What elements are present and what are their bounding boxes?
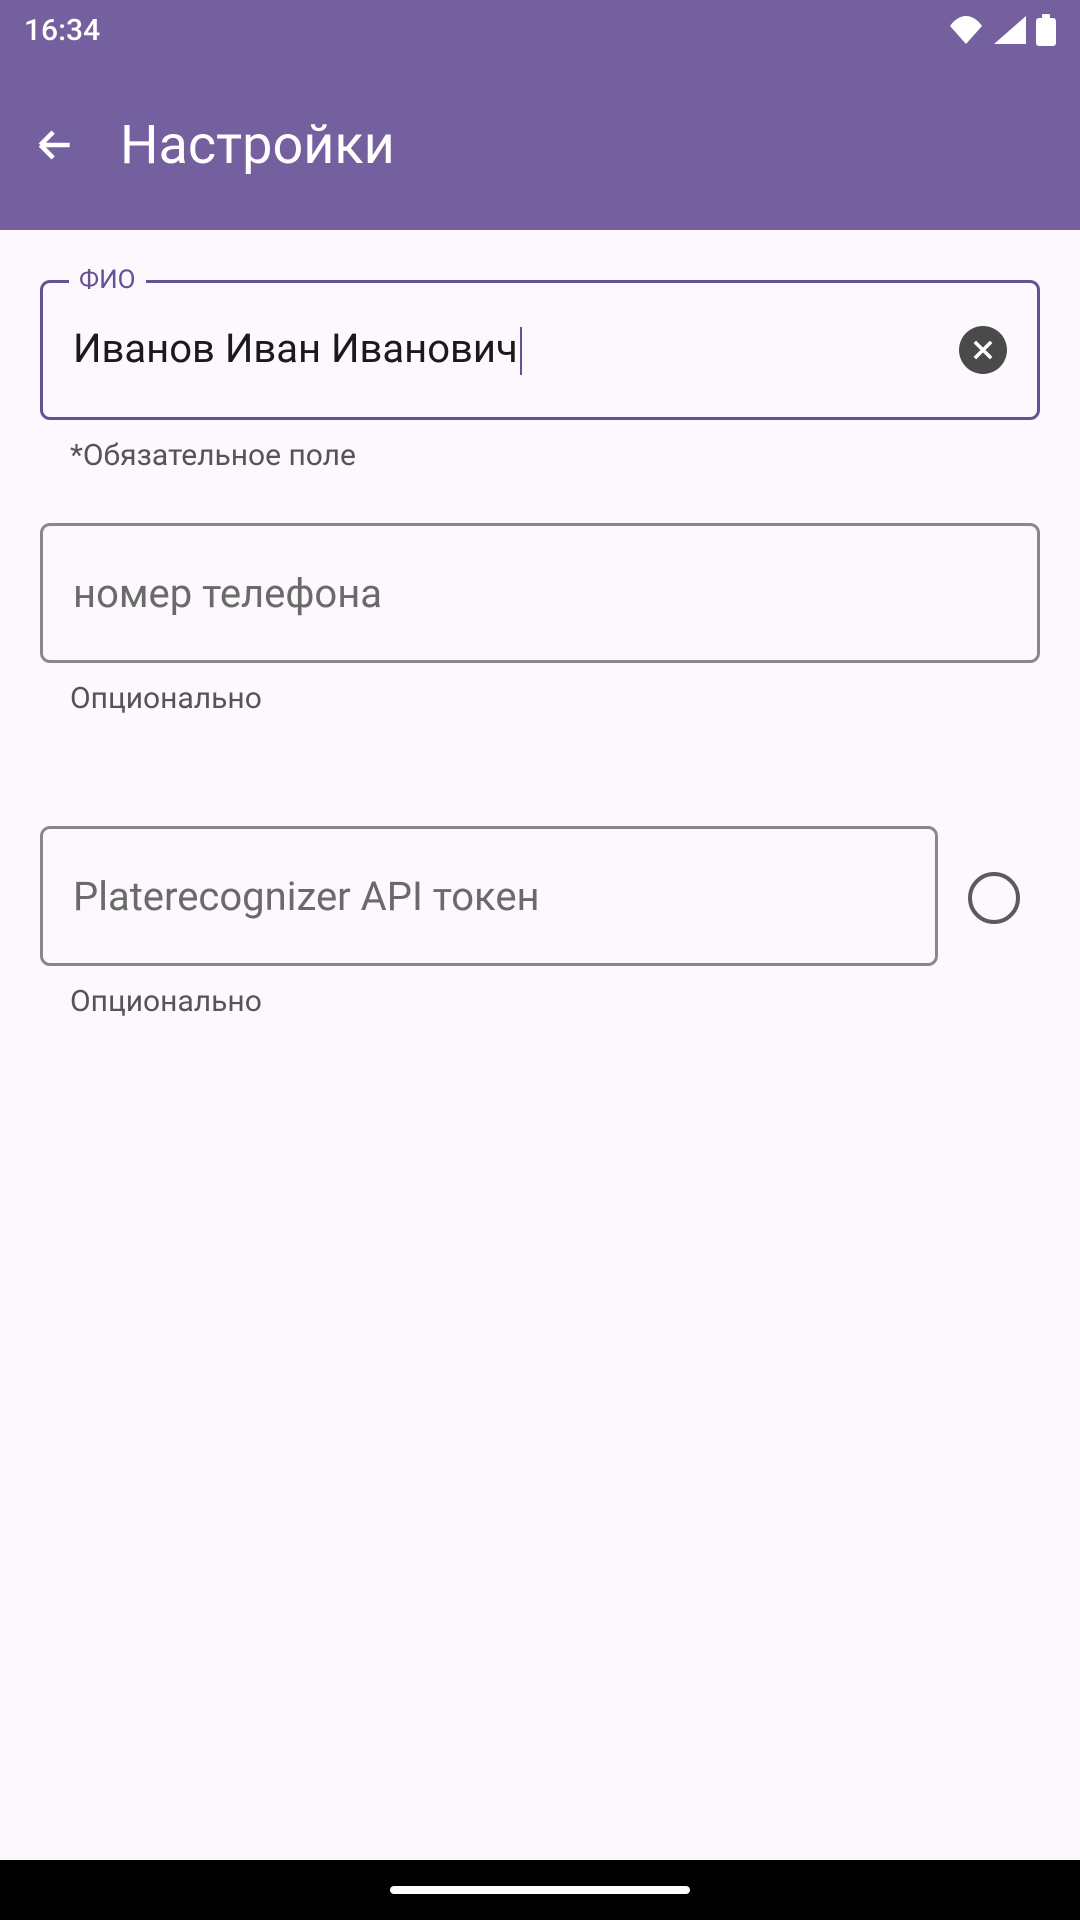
- field-group-phone: номер телефона Опционально: [40, 523, 1040, 716]
- signal-icon: [994, 16, 1026, 44]
- fio-input[interactable]: Иванов Иван Иванович: [73, 325, 947, 375]
- token-field[interactable]: Platerecognizer API токен: [40, 826, 938, 966]
- field-group-token: Platerecognizer API токен Опционально: [40, 826, 1040, 1019]
- phone-field[interactable]: номер телефона: [40, 523, 1040, 663]
- wifi-icon: [948, 16, 984, 44]
- nav-handle[interactable]: [390, 1886, 690, 1894]
- status-bar: 16:34: [0, 0, 1080, 60]
- phone-placeholder: номер телефона: [73, 570, 382, 617]
- close-icon: [969, 336, 997, 364]
- page-title: Настройки: [120, 114, 395, 177]
- fio-field[interactable]: ФИО Иванов Иван Иванович: [40, 280, 1040, 420]
- field-group-fio: ФИО Иванов Иван Иванович *Обязательное п…: [40, 280, 1040, 473]
- content: ФИО Иванов Иван Иванович *Обязательное п…: [0, 230, 1080, 1069]
- navigation-bar: [0, 1860, 1080, 1920]
- text-cursor: [520, 327, 522, 375]
- token-radio[interactable]: [968, 872, 1020, 924]
- phone-helper: Опционально: [70, 681, 1040, 716]
- status-time: 16:34: [24, 13, 100, 48]
- token-placeholder: Platerecognizer API токен: [73, 873, 540, 920]
- fio-helper: *Обязательное поле: [70, 438, 1040, 473]
- battery-icon: [1036, 14, 1056, 46]
- fio-label: ФИО: [69, 265, 146, 295]
- token-helper: Опционально: [70, 984, 938, 1019]
- clear-button[interactable]: [959, 326, 1007, 374]
- app-bar: Настройки: [0, 60, 1080, 230]
- arrow-back-icon: [33, 123, 77, 167]
- back-button[interactable]: [30, 120, 80, 170]
- status-icons: [948, 14, 1056, 46]
